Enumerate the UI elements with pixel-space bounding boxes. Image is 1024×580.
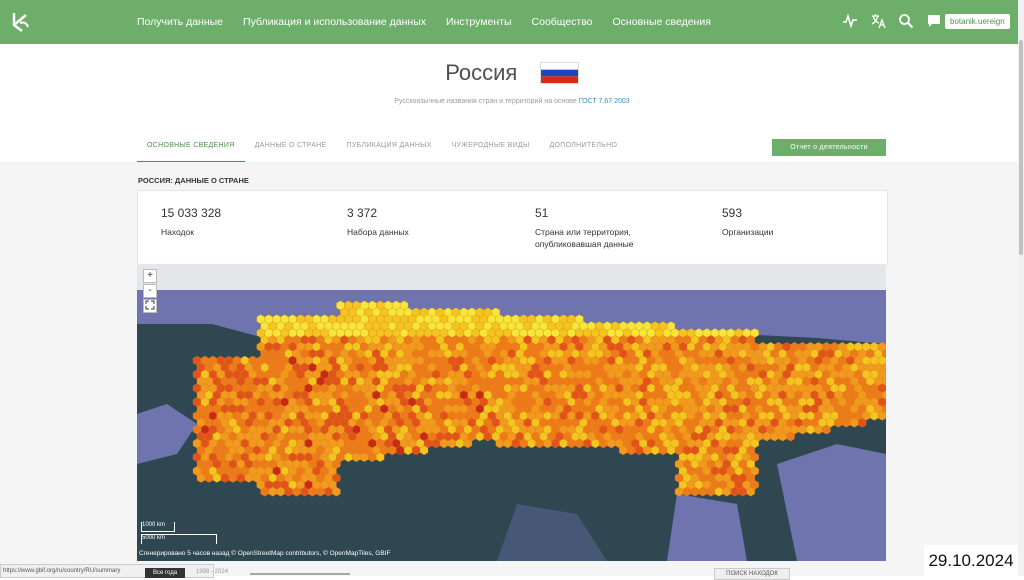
tab-publishing[interactable]: Публикация данных [337,138,442,163]
zoom-out-button[interactable]: - [143,284,157,298]
map-scale: 1000 km 5000 km [141,522,219,544]
scale-small: 1000 km [141,522,175,532]
tab-summary[interactable]: Основные сведения [137,138,245,163]
chat-icon[interactable] [926,13,942,29]
tab-bar: Основные сведения Данные о стране Публик… [137,138,627,163]
stat-number: 593 [722,206,743,220]
stat-organizations[interactable]: 593 Организации [722,206,773,238]
stat-number: 3 372 [347,206,378,220]
stat-label: Находок [161,227,194,237]
year-range-label: 1998 - 2024 [196,569,229,575]
stat-publishing-countries[interactable]: 51 Страна или территория, опубликовавшая… [535,206,655,250]
user-account-button[interactable]: botanik.uereign [945,14,1010,29]
main-nav: Получить данные Публикация и использован… [137,0,711,44]
search-icon[interactable] [898,13,914,29]
section-label: РОССИЯ: ДАННЫЕ О СТРАНЕ [138,176,249,185]
logo-icon[interactable] [10,11,32,33]
stat-number: 15 033 328 [161,206,222,220]
zoom-in-button[interactable]: + [143,269,157,283]
occurrence-map[interactable]: + - 1000 km 5000 km Сгенерировано 5 часо… [137,264,886,561]
stats-card: 15 033 328 Находок 3 372 Набора данных 5… [137,190,888,266]
stat-label: Страна или территория, опубликовавшая да… [535,227,634,249]
gost-link[interactable]: ГОСТ 7.67 2003 [579,98,630,105]
top-navbar: Получить данные Публикация и использован… [0,0,1018,44]
page-subtitle: Русскоязычные названия стран и территори… [0,98,1024,105]
hexbin-heatmap [192,300,886,497]
nav-community[interactable]: Сообщество [532,16,593,28]
translate-icon[interactable] [870,13,886,29]
nav-get-data[interactable]: Получить данные [137,16,223,28]
stat-datasets[interactable]: 3 372 Набора данных [347,206,409,238]
stat-label: Набора данных [347,227,409,237]
search-occurrences-button[interactable]: ПОИСК НАХОДОК [714,568,790,580]
activity-icon[interactable] [842,13,858,29]
tab-country-data[interactable]: Данные о стране [245,138,337,163]
stat-label: Организации [722,227,774,237]
tab-alien-species[interactable]: Чужеродные виды [442,138,540,163]
year-range-slider[interactable] [250,573,350,575]
page-header: Россия [0,60,1024,86]
activity-report-button[interactable]: Отчет о деятельности [772,139,886,156]
tab-more[interactable]: Дополнительно [539,138,627,163]
map-attribution: Сгенерировано 5 часов назад © OpenStreet… [139,550,391,557]
nav-about[interactable]: Основные сведения [613,16,711,28]
page-title: Россия [445,60,518,85]
fullscreen-icon[interactable] [143,299,157,313]
map-controls-row: Все года 1998 - 2024 ПОИСК НАХОДОК [140,566,880,580]
russia-flag-icon [539,62,579,84]
all-years-button[interactable]: Все года [145,568,185,578]
scale-large: 5000 km [141,534,217,544]
nav-publish[interactable]: Публикация и использование данных [243,16,426,28]
stat-number: 51 [535,206,549,220]
date-stamp: 29.10.2024 [924,545,1018,576]
nav-tools[interactable]: Инструменты [446,16,511,28]
subtitle-text: Русскоязычные названия стран и территори… [394,98,577,105]
stat-occurrences[interactable]: 15 033 328 Находок [161,206,221,238]
